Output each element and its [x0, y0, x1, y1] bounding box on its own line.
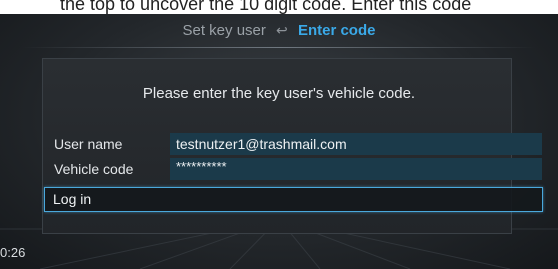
- breadcrumb-parent[interactable]: Set key user: [183, 22, 266, 39]
- login-button[interactable]: Log in: [44, 187, 543, 212]
- user-name-row: User name testnutzer1@trashmail.com: [46, 133, 542, 155]
- breadcrumb: Set key user ↩ Enter code: [0, 22, 558, 39]
- breadcrumb-current: Enter code: [297, 22, 376, 39]
- vehicle-code-row: Vehicle code **********: [46, 158, 542, 180]
- instruction-text: Please enter the key user's vehicle code…: [142, 85, 416, 102]
- vehicle-code-field[interactable]: **********: [170, 158, 542, 180]
- vehicle-code-label: Vehicle code: [54, 161, 134, 177]
- user-name-field[interactable]: testnutzer1@trashmail.com: [170, 133, 542, 155]
- user-name-label: User name: [54, 136, 123, 152]
- header-divider: [22, 47, 536, 48]
- video-timestamp: 0:26: [0, 245, 26, 260]
- back-arrow-icon: ↩: [276, 22, 288, 38]
- login-button-label: Log in: [53, 191, 92, 207]
